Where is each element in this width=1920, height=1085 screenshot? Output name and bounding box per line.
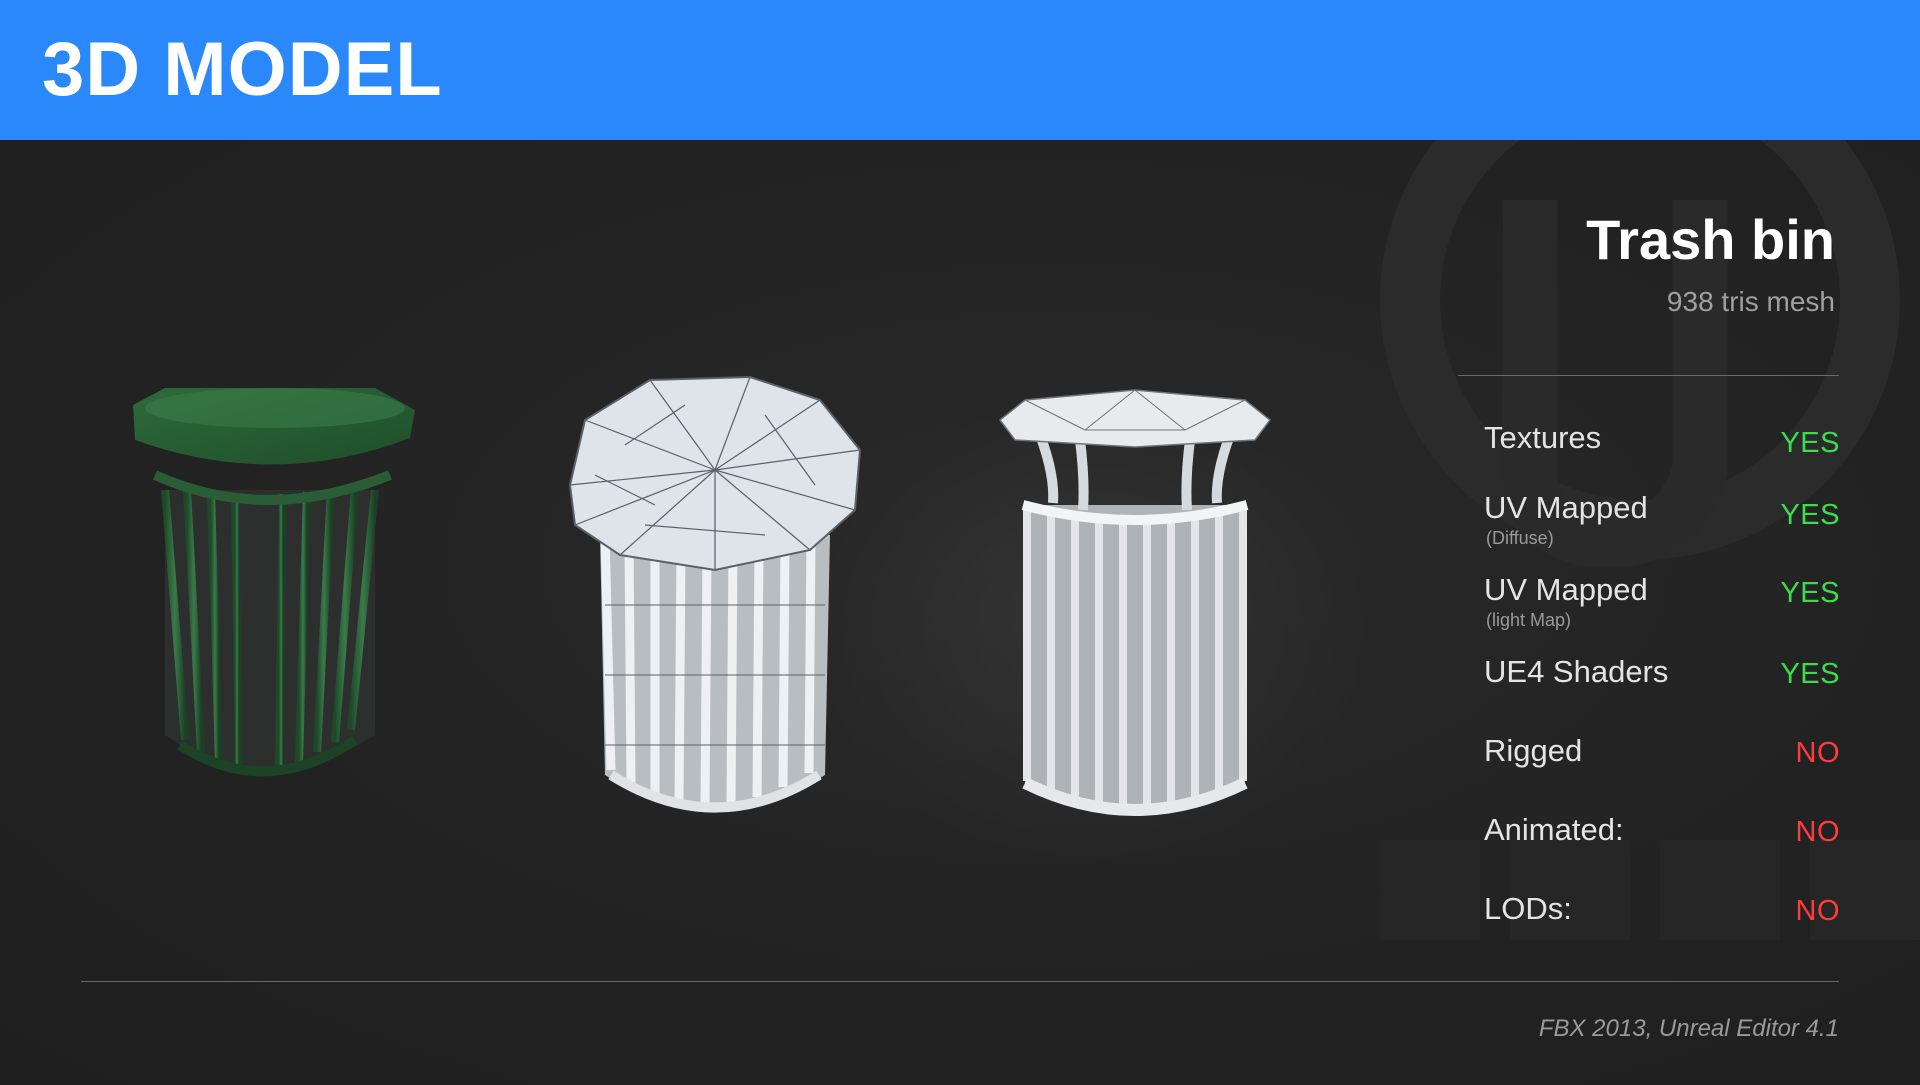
format-note: FBX 2013, Unreal Editor 4.1 [1538,1015,1839,1042]
feature-note: (light Map) [1486,610,1572,630]
model-name: Trash bin [1586,208,1835,271]
feature-value: YES [1780,658,1840,690]
feature-label: Rigged [1484,733,1583,768]
feature-value: NO [1795,737,1840,769]
feature-label: UE4 Shaders [1484,654,1669,689]
feature-label: LODs: [1484,891,1572,926]
tris-count: 938 tris mesh [1666,286,1835,317]
textured-render [133,388,415,777]
feature-row-rigged: Rigged NO [1484,733,1840,803]
info-divider [1458,375,1839,376]
feature-note: (Diffuse) [1486,528,1554,548]
feature-label: Textures [1484,420,1602,455]
feature-label: UV Mapped [1484,490,1648,525]
feature-row-lods: LODs: NO [1484,891,1840,961]
feature-label: UV Mapped [1484,572,1648,607]
page-title: 3D MODEL [42,27,443,112]
header-bar: 3D MODEL [0,0,1920,140]
feature-row-textures: Textures YES [1484,420,1840,490]
feature-row-uv-lightmap: UV Mapped (light Map) YES [1484,572,1840,642]
feature-row-uv-diffuse: UV Mapped (Diffuse) YES [1484,490,1840,560]
feature-value: YES [1780,499,1840,531]
feature-value: YES [1780,577,1840,609]
feature-row-animated: Animated: NO [1484,812,1840,882]
clay-render [998,389,1272,816]
feature-value: NO [1795,895,1840,927]
footer-divider [81,981,1839,982]
feature-row-ue4-shaders: UE4 Shaders YES [1484,654,1840,724]
feature-value: YES [1780,427,1840,459]
feature-value: NO [1795,816,1840,848]
feature-label: Animated: [1484,812,1624,847]
wireframe-render [568,375,862,813]
